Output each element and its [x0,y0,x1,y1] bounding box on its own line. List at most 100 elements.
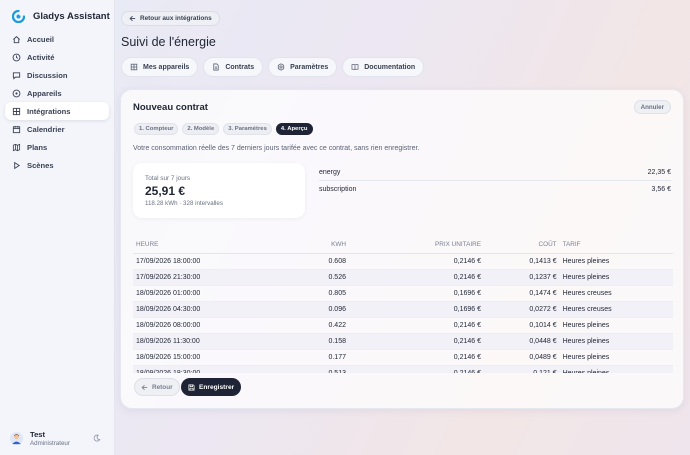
cell-tarif: Heures pleines [559,365,673,373]
sidebar-item-scenes[interactable]: Scènes [5,156,109,174]
sidebar-item-label: Plans [27,142,48,152]
table-row: 18/09/2026 18:30:00 0.513 0,2146 € 0,121… [133,365,673,373]
page-title: Suivi de l'énergie [121,35,216,49]
sidebar-item-accueil[interactable]: Accueil [5,30,109,48]
step-parametres[interactable]: 3. Paramètres [223,123,272,135]
table-row: 18/09/2026 01:00:00 0.805 0,1696 € 0,147… [133,285,673,302]
document-icon [213,63,219,71]
cell-prix-unitaire: 0,2146 € [349,269,484,286]
back-button-label: Retour [152,383,173,391]
intervals-table-scroll[interactable]: HEURE KWH PRIX UNITAIRE COÛT TARIF 17/09… [133,237,673,373]
grid-icon [12,107,21,115]
avatar [10,432,23,445]
step-apercu[interactable]: 4. Aperçu [275,123,313,135]
sidebar-item-label: Calendrier [27,124,65,134]
user-name: Test [30,430,46,439]
sidebar-item-label: Scènes [27,160,54,170]
cell-heure: 18/09/2026 11:30:00 [133,333,268,350]
cell-heure: 18/09/2026 18:30:00 [133,365,268,373]
cell-cout: 0,1413 € [484,253,560,270]
sidebar-item-integrations[interactable]: Intégrations [5,102,109,120]
tab-label: Contrats [225,63,255,71]
column-header-prix-unitaire: PRIX UNITAIRE [349,237,484,254]
total-value: 25,91 € [145,184,186,198]
arrow-left-icon [141,384,148,390]
sidebar-item-label: Accueil [27,34,55,44]
cell-kwh: 0.422 [268,317,349,334]
cell-tarif: Heures creuses [559,285,673,302]
breakdown-value: 22,35 € [647,169,671,176]
table-row: 18/09/2026 04:30:00 0.096 0,1696 € 0,027… [133,301,673,318]
column-header-tarif: TARIF [559,237,673,254]
cell-cout: 0,1014 € [484,317,560,334]
cell-heure: 18/09/2026 01:00:00 [133,285,268,302]
total-label: Total sur 7 jours [145,175,191,182]
total-details: 118.28 kWh · 328 intervalles [145,200,223,207]
cell-heure: 17/09/2026 18:00:00 [133,253,268,270]
tab-label: Mes appareils [143,63,190,71]
app-name: Gladys Assistant [33,11,110,22]
sidebar-item-plans[interactable]: Plans [5,138,109,156]
cell-tarif: Heures pleines [559,349,673,366]
breakdown-label: energy [319,169,341,176]
table-header-row: HEURE KWH PRIX UNITAIRE COÛT TARIF [133,237,673,254]
sidebar-nav: Accueil Activité Discussion Appareils In… [5,30,109,174]
stepper: 1. Compteur 2. Modèle 3. Paramètres 4. A… [134,123,313,135]
cell-tarif: Heures creuses [559,301,673,318]
cell-tarif: Heures pleines [559,269,673,286]
cell-kwh: 0.158 [268,333,349,350]
sidebar: Gladys Assistant Accueil Activité Discus… [0,0,115,455]
sidebar-item-activite[interactable]: Activité [5,48,109,66]
home-icon [13,35,20,43]
table-row: 17/09/2026 18:00:00 0.608 0,2146 € 0,141… [133,253,673,270]
cost-breakdown: energy 22,35 € subscription 3,56 € [319,165,671,197]
tab-contrats[interactable]: Contrats [203,57,264,77]
cancel-button[interactable]: Annuler [633,100,671,114]
moon-icon[interactable] [93,434,101,442]
grid-icon [130,63,138,71]
back-to-integrations-button[interactable]: Retour aux intégrations [121,11,220,26]
tab-documentation[interactable]: Documentation [342,57,425,77]
cell-heure: 18/09/2026 08:00:00 [133,317,268,334]
cell-kwh: 0.177 [268,349,349,366]
cell-kwh: 0.526 [268,269,349,286]
cell-prix-unitaire: 0,1696 € [349,285,484,302]
table-row: 17/09/2026 21:30:00 0.526 0,2146 € 0,123… [133,269,673,286]
table-row: 18/09/2026 11:30:00 0.158 0,2146 € 0,044… [133,333,673,350]
step-modele[interactable]: 2. Modèle [182,123,220,135]
tab-mes-appareils[interactable]: Mes appareils [121,57,199,77]
table-row: 18/09/2026 15:00:00 0.177 0,2146 € 0,048… [133,349,673,366]
cell-tarif: Heures pleines [559,317,673,334]
column-header-cout: COÛT [484,237,560,254]
sidebar-item-label: Activité [27,52,55,62]
back-button[interactable]: Retour [134,378,180,396]
devices-icon [12,89,21,97]
calendar-icon [12,125,21,133]
cell-tarif: Heures pleines [559,333,673,350]
sidebar-item-discussion[interactable]: Discussion [5,66,109,84]
tab-label: Paramètres [290,63,329,71]
cell-kwh: 0.805 [268,285,349,302]
cell-heure: 17/09/2026 21:30:00 [133,269,268,286]
map-icon [12,143,21,151]
tab-parametres[interactable]: Paramètres [268,57,338,77]
back-label: Retour aux intégrations [140,15,212,22]
sidebar-item-appareils[interactable]: Appareils [5,84,109,102]
cell-tarif: Heures pleines [559,253,673,270]
play-icon [14,161,21,169]
cell-heure: 18/09/2026 15:00:00 [133,349,268,366]
sidebar-item-label: Appareils [27,88,62,98]
total-summary: Total sur 7 jours 25,91 € 118.28 kWh · 3… [133,163,305,218]
cell-prix-unitaire: 0,2146 € [349,349,484,366]
user-profile[interactable]: Test Administrateur [10,430,105,447]
cell-cout: 0,0489 € [484,349,560,366]
table-row: 18/09/2026 08:00:00 0.422 0,2146 € 0,101… [133,317,673,334]
brand[interactable]: Gladys Assistant [12,10,110,23]
cell-prix-unitaire: 0,2146 € [349,317,484,334]
save-button[interactable]: Enregistrer [181,378,242,396]
sidebar-item-calendrier[interactable]: Calendrier [5,120,109,138]
user-role: Administrateur [30,440,70,447]
cell-heure: 18/09/2026 04:30:00 [133,301,268,318]
card-title: Nouveau contrat [133,102,208,113]
step-compteur[interactable]: 1. Compteur [134,123,179,135]
